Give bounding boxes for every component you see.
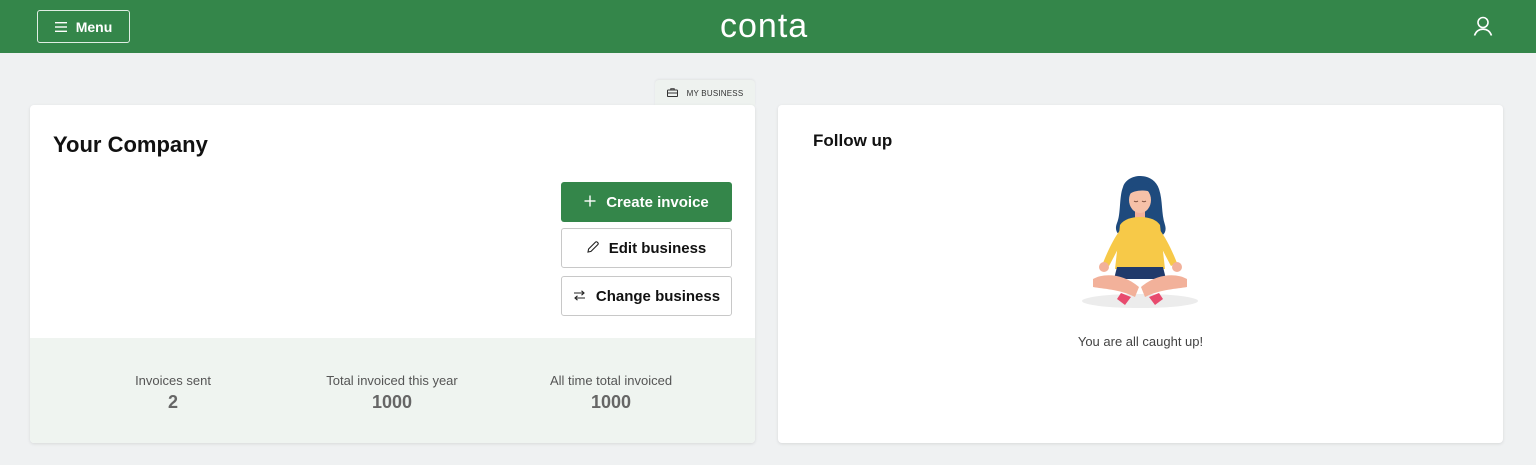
top-navigation-bar: Menu conta (0, 0, 1536, 53)
conta-logo[interactable]: conta (720, 8, 808, 44)
stat-label: Invoices sent (135, 373, 211, 388)
company-stats: Invoices sent 2 Total invoiced this year… (30, 338, 755, 443)
create-invoice-button[interactable]: Create invoice (561, 182, 732, 222)
company-card: Your Company Create invoice Edit busines… (30, 105, 755, 443)
stat-value: 2 (167, 392, 178, 412)
stat-value: 1000 (371, 392, 413, 412)
user-icon[interactable] (1471, 14, 1495, 38)
company-title: Your Company (53, 132, 208, 157)
menu-label: Menu (75, 18, 113, 35)
stat-all-time-total: All time total invoiced 1000 (521, 373, 701, 413)
change-business-label: Change business (595, 287, 721, 305)
stat-value: 1000 (590, 392, 632, 412)
menu-button[interactable]: Menu (37, 10, 130, 43)
plus-icon (584, 194, 596, 211)
follow-up-title: Follow up (813, 131, 893, 150)
create-invoice-label: Create invoice (606, 193, 709, 211)
briefcase-icon (666, 87, 678, 99)
edit-business-label: Edit business (608, 239, 707, 257)
stat-label: All time total invoiced (549, 373, 673, 388)
hamburger-icon (54, 21, 67, 32)
change-business-button[interactable]: Change business (561, 276, 732, 316)
stat-label: Total invoiced this year (326, 373, 458, 388)
meditating-woman-illustration (1073, 173, 1208, 321)
my-business-tab[interactable]: MY BUSINESS (655, 80, 755, 106)
stat-invoices-sent: Invoices sent 2 (83, 373, 263, 413)
my-business-label: MY BUSINESS (686, 88, 744, 98)
caught-up-message: You are all caught up! (1077, 334, 1204, 349)
edit-business-button[interactable]: Edit business (561, 228, 732, 268)
pencil-icon (587, 240, 599, 257)
stat-total-invoiced-year: Total invoiced this year 1000 (302, 373, 482, 413)
swap-arrows-icon (573, 288, 586, 305)
follow-up-card: Follow up You are all caught up! (778, 105, 1503, 443)
